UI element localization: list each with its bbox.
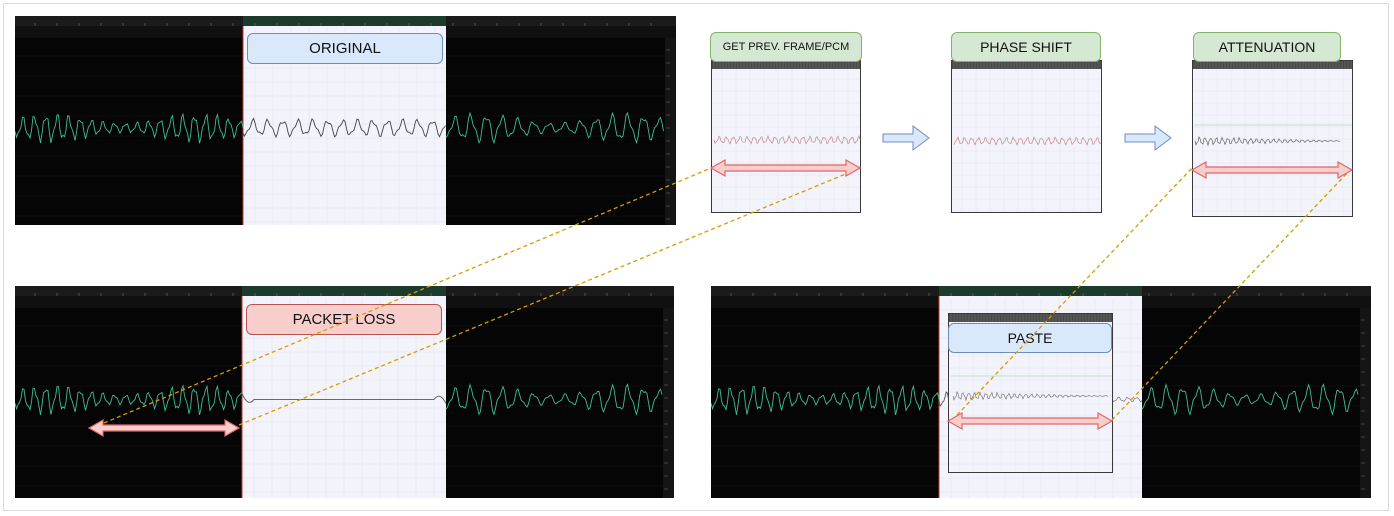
attenuation-label: ATTENUATION <box>1193 32 1341 62</box>
get-prev-frame-label: GET PREV. FRAME/PCM <box>710 32 862 62</box>
phase-shift-thumbnail <box>951 60 1102 213</box>
prev-frame-thumbnail <box>711 60 861 213</box>
attenuation-thumbnail <box>1192 60 1353 217</box>
phase-shift-label: PHASE SHIFT <box>951 32 1101 62</box>
packet-loss-label: PACKET LOSS <box>246 304 442 335</box>
original-label: ORIGINAL <box>247 33 443 64</box>
paste-label: PASTE <box>948 323 1112 353</box>
